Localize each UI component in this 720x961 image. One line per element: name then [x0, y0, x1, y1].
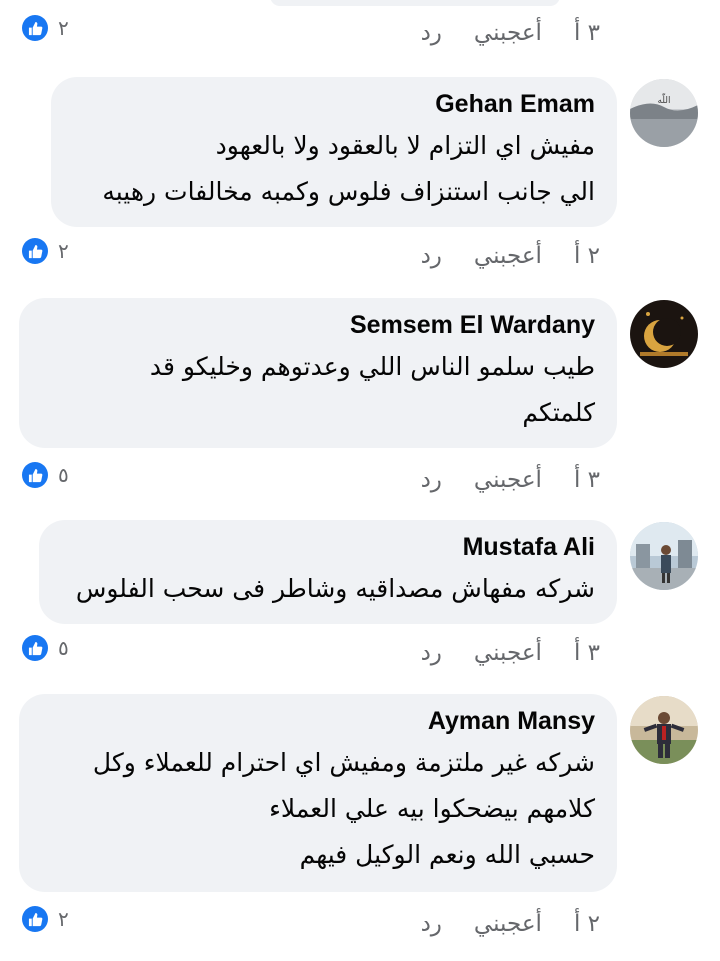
comment-text: طيب سلمو الناس اللي وعدتوهم وخليكو قد كل… — [149, 352, 595, 427]
thumbs-up-icon — [22, 462, 48, 488]
comment-time[interactable]: ٣ أ — [574, 640, 600, 666]
reply-button[interactable]: رد — [421, 640, 442, 666]
comment-time[interactable]: ٢ أ — [574, 243, 600, 269]
reaction-summary[interactable]: ٥ — [22, 634, 69, 662]
reply-button[interactable]: رد — [421, 20, 442, 46]
person-photo-avatar[interactable] — [630, 522, 698, 590]
comment-text: شركه غير ملتزمة ومفيش اي احترام للعملاء … — [92, 748, 595, 869]
like-button[interactable]: أعجبني — [474, 467, 542, 493]
thumbs-up-icon — [22, 906, 48, 932]
reply-button[interactable]: رد — [421, 243, 442, 269]
comment-time[interactable]: ٢ أ — [574, 911, 600, 937]
comment-meta-row: ٢ ٢ أ أعجبني رد — [0, 905, 720, 945]
comment-bubble: Mustafa Ali شركه مفهاش مصداقيه وشاطر فى … — [39, 520, 617, 624]
like-button[interactable]: أعجبني — [474, 243, 542, 269]
commenter-name[interactable]: Semsem El Wardany — [41, 310, 595, 340]
like-count: ٥ — [58, 636, 69, 660]
like-count: ٢ — [58, 907, 69, 931]
comment-time[interactable]: ٣ أ — [574, 467, 600, 493]
comment-bubble: Gehan Emam مفيش اي التزام لا بالعقود ولا… — [51, 77, 617, 227]
comment-time[interactable]: ٣ أ — [574, 20, 600, 46]
commenter-name[interactable]: Mustafa Ali — [61, 532, 595, 562]
thumbs-up-icon — [22, 238, 48, 264]
reply-button[interactable]: رد — [421, 467, 442, 493]
comment-text: مفيش اي التزام لا بالعقود ولا بالعهود ال… — [102, 131, 595, 206]
thumbs-up-icon — [22, 15, 48, 41]
like-count: ٥ — [58, 463, 69, 487]
comment-meta-row: ٥ ٣ أ أعجبني رد — [0, 634, 720, 674]
comment-text: شركه مفهاش مصداقيه وشاطر فى سحب الفلوس — [75, 574, 595, 603]
comment-bubble: Semsem El Wardany طيب سلمو الناس اللي وع… — [19, 298, 617, 448]
like-button[interactable]: أعجبني — [474, 911, 542, 937]
like-count: ٢ — [58, 16, 69, 40]
reaction-summary[interactable]: ٥ — [22, 461, 69, 489]
crescent-avatar[interactable] — [630, 300, 698, 368]
comment-meta-row: ٥ ٣ أ أعجبني رد — [0, 461, 720, 501]
person-photo-avatar[interactable] — [630, 696, 698, 764]
reaction-summary[interactable]: ٢ — [22, 14, 69, 42]
previous-comment-bubble — [270, 0, 560, 6]
reaction-summary[interactable]: ٢ — [22, 905, 69, 933]
comment-meta-row: ٢ ٣ أ أعجبني رد — [0, 14, 720, 54]
commenter-name[interactable]: Gehan Emam — [73, 89, 595, 119]
commenter-name[interactable]: Ayman Mansy — [41, 706, 595, 736]
comment-bubble: Ayman Mansy شركه غير ملتزمة ومفيش اي احت… — [19, 694, 617, 892]
reply-button[interactable]: رد — [421, 911, 442, 937]
reaction-summary[interactable]: ٢ — [22, 237, 69, 265]
like-button[interactable]: أعجبني — [474, 640, 542, 666]
like-count: ٢ — [58, 239, 69, 263]
thumbs-up-icon — [22, 635, 48, 661]
like-button[interactable]: أعجبني — [474, 20, 542, 46]
comment-meta-row: ٢ ٢ أ أعجبني رد — [0, 237, 720, 277]
landscape-avatar[interactable]: اللّٰه — [630, 79, 698, 147]
